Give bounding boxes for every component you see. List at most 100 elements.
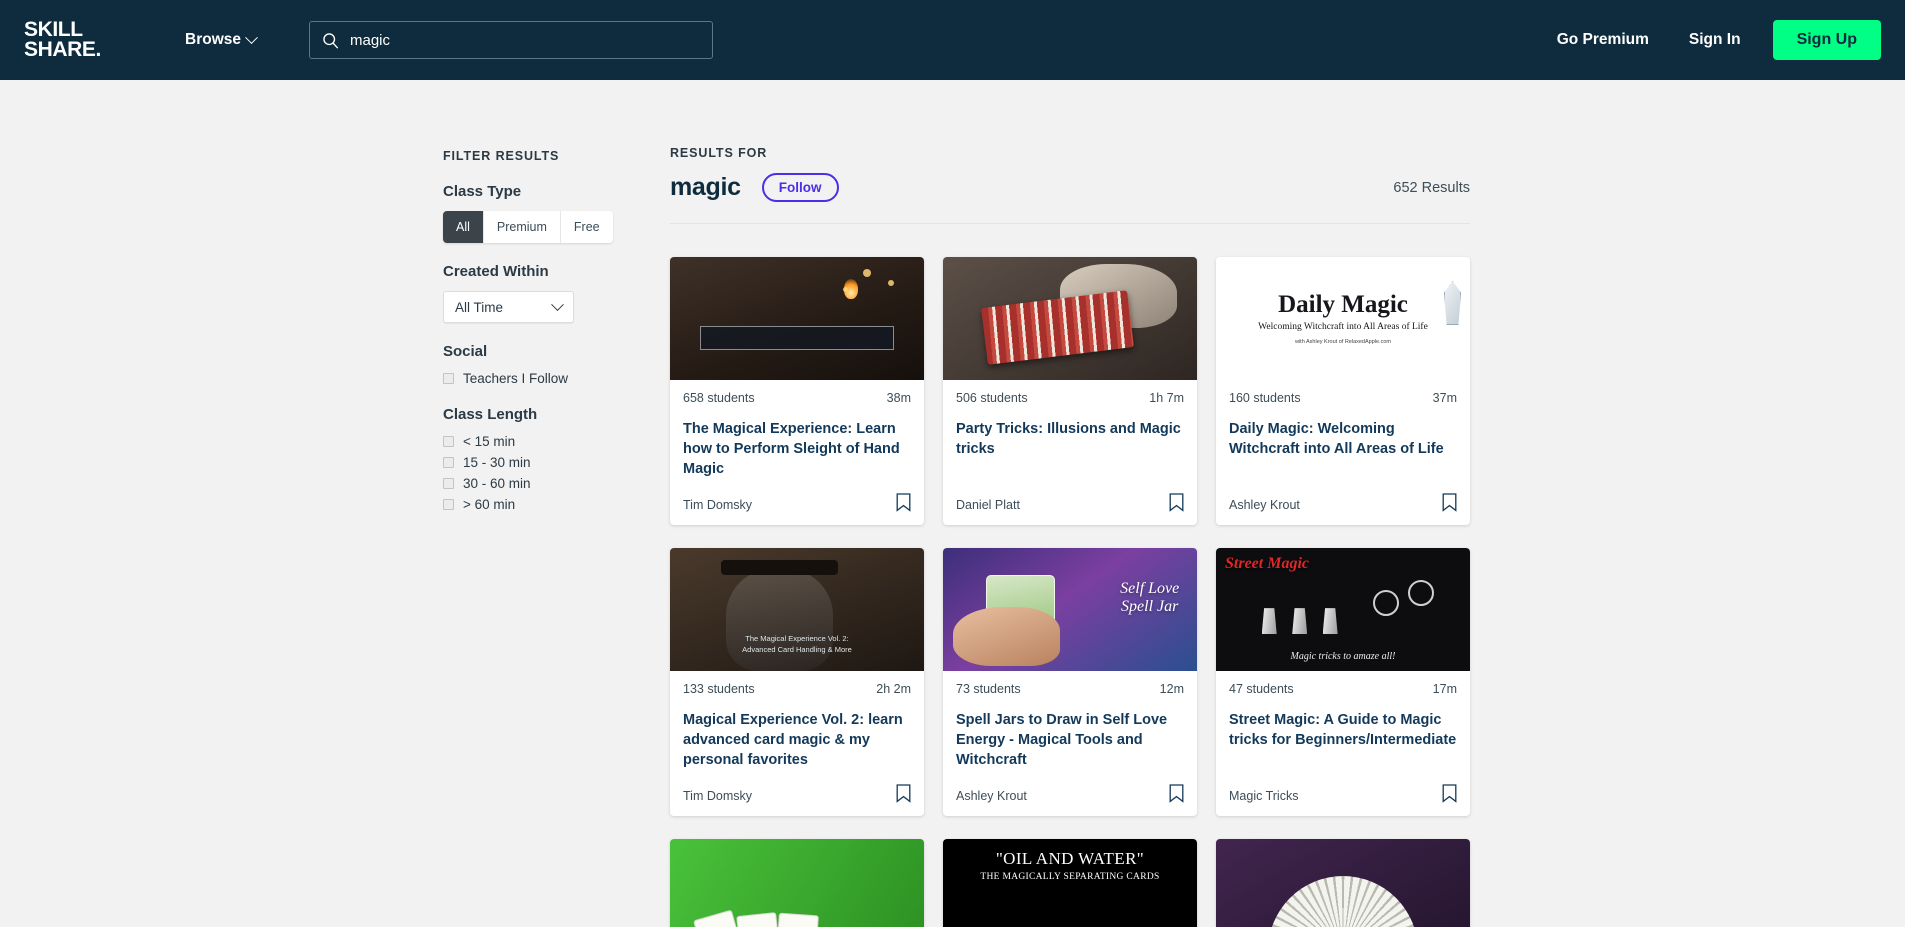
thumbnail-title: The Magical Experience Vol. 2: bbox=[745, 633, 849, 643]
checkbox-icon[interactable] bbox=[443, 436, 454, 447]
class-type-option-free[interactable]: Free bbox=[560, 211, 613, 243]
filter-group-class-length: Class Length < 15 min 15 - 30 min 30 - 6… bbox=[443, 406, 618, 512]
thumbnail-subtitle: Magic tricks to amaze all! bbox=[1290, 651, 1396, 662]
thumbnail-title: Daily Magic bbox=[1278, 291, 1408, 319]
checkbox-icon[interactable] bbox=[443, 373, 454, 384]
class-type-option-all[interactable]: All bbox=[443, 211, 484, 243]
thumbnail-text-block: Daily Magic Welcoming Witchcraft into Al… bbox=[1258, 292, 1428, 345]
course-title[interactable]: Spell Jars to Draw in Self Love Energy -… bbox=[956, 710, 1184, 770]
checkbox-icon[interactable] bbox=[443, 457, 454, 468]
course-card-footer: Tim Domsky bbox=[683, 784, 911, 803]
course-card[interactable]: The Magical Experience Vol. 2: Advanced … bbox=[670, 548, 924, 816]
browse-menu[interactable]: Browse bbox=[185, 30, 258, 49]
course-teacher[interactable]: Ashley Krout bbox=[1229, 498, 1300, 512]
course-card[interactable]: 506 students 1h 7m Party Tricks: Illusio… bbox=[943, 257, 1197, 525]
course-teacher[interactable]: Ashley Krout bbox=[956, 789, 1027, 803]
class-type-segmented-control: All Premium Free bbox=[443, 211, 613, 243]
course-title[interactable]: Street Magic: A Guide to Magic tricks fo… bbox=[1229, 710, 1457, 750]
checkbox-teachers-i-follow[interactable]: Teachers I Follow bbox=[443, 371, 618, 386]
course-card[interactable] bbox=[1216, 839, 1470, 927]
bookmark-icon[interactable] bbox=[1169, 493, 1184, 512]
person-decoration bbox=[725, 567, 833, 671]
course-card[interactable]: 658 students 38m The Magical Experience:… bbox=[670, 257, 924, 525]
hat-decoration bbox=[720, 560, 838, 576]
results-grid: 658 students 38m The Magical Experience:… bbox=[670, 257, 1470, 927]
search-box[interactable] bbox=[309, 21, 713, 59]
cup-decoration bbox=[1322, 608, 1338, 635]
bookmark-icon[interactable] bbox=[1442, 784, 1457, 803]
filter-sidebar: FILTER RESULTS Class Type All Premium Fr… bbox=[443, 146, 618, 927]
course-thumbnail: "OIL AND WATER" THE MAGICALLY SEPARATING… bbox=[943, 839, 1197, 927]
course-card[interactable]: Daily Magic Welcoming Witchcraft into Al… bbox=[1216, 257, 1470, 525]
course-card[interactable]: Street Magic Magic tricks to amaze all! … bbox=[1216, 548, 1470, 816]
bookmark-icon[interactable] bbox=[1442, 493, 1457, 512]
thumbnail-subtitle: Advanced Card Handling & More bbox=[742, 644, 852, 654]
thumbnail-caption: The Magical Experience Vol. 2: Advanced … bbox=[683, 633, 912, 656]
created-within-value: All Time bbox=[455, 299, 504, 315]
class-type-option-premium[interactable]: Premium bbox=[483, 211, 561, 243]
skillshare-logo[interactable]: SKILL SHARE. bbox=[24, 20, 119, 60]
course-title[interactable]: Magical Experience Vol. 2: learn advance… bbox=[683, 710, 911, 770]
course-card[interactable] bbox=[670, 839, 924, 927]
course-title[interactable]: The Magical Experience: Learn how to Per… bbox=[683, 419, 911, 479]
created-within-select[interactable]: All Time bbox=[443, 291, 574, 323]
thumbnail-subtitle: Welcoming Witchcraft into All Areas of L… bbox=[1258, 322, 1428, 333]
filter-group-created-within: Created Within All Time bbox=[443, 263, 618, 323]
course-teacher[interactable]: Daniel Platt bbox=[956, 498, 1020, 512]
course-card[interactable]: Self Love Spell Jar 73 students 12m Spel… bbox=[943, 548, 1197, 816]
crystal-decoration bbox=[1444, 281, 1461, 325]
follow-button[interactable]: Follow bbox=[761, 173, 839, 202]
course-card-footer: Magic Tricks bbox=[1229, 784, 1457, 803]
course-teacher[interactable]: Magic Tricks bbox=[1229, 789, 1298, 803]
search-query-heading: magic bbox=[670, 173, 741, 201]
social-label: Social bbox=[443, 343, 488, 360]
course-duration: 38m bbox=[886, 391, 911, 405]
course-card-body: 73 students 12m Spell Jars to Draw in Se… bbox=[943, 671, 1197, 816]
card-fan-decoration bbox=[1268, 875, 1418, 927]
bookmark-icon[interactable] bbox=[1169, 784, 1184, 803]
browse-label: Browse bbox=[185, 31, 241, 48]
course-card-footer: Ashley Krout bbox=[956, 784, 1184, 803]
course-title[interactable]: Daily Magic: Welcoming Witchcraft into A… bbox=[1229, 419, 1457, 459]
course-title[interactable]: Party Tricks: Illusions and Magic tricks bbox=[956, 419, 1184, 459]
course-meta: 506 students 1h 7m bbox=[956, 391, 1184, 405]
course-card[interactable]: "OIL AND WATER" THE MAGICALLY SEPARATING… bbox=[943, 839, 1197, 927]
ring-decoration bbox=[1408, 579, 1435, 606]
checkbox-length-15-30[interactable]: 15 - 30 min bbox=[443, 455, 618, 470]
checkbox-length-over-60[interactable]: > 60 min bbox=[443, 497, 618, 512]
course-meta: 160 students 37m bbox=[1229, 391, 1457, 405]
course-teacher[interactable]: Tim Domsky bbox=[683, 498, 752, 512]
checkbox-icon[interactable] bbox=[443, 478, 454, 489]
course-thumbnail bbox=[670, 257, 924, 380]
checkbox-label: 15 - 30 min bbox=[463, 455, 531, 470]
bokeh-decoration bbox=[842, 286, 848, 292]
course-meta: 133 students 2h 2m bbox=[683, 682, 911, 696]
search-icon bbox=[323, 32, 338, 48]
sign-up-button[interactable]: Sign Up bbox=[1772, 20, 1881, 60]
thumbnail-caption: Self Love Spell Jar bbox=[1120, 580, 1179, 616]
checkbox-label: < 15 min bbox=[463, 434, 516, 449]
course-thumbnail bbox=[670, 839, 924, 927]
bookmark-icon[interactable] bbox=[896, 493, 911, 512]
filter-group-social: Social Teachers I Follow bbox=[443, 343, 618, 386]
course-teacher[interactable]: Tim Domsky bbox=[683, 789, 752, 803]
sign-in-link[interactable]: Sign In bbox=[1689, 31, 1741, 49]
chevron-down-icon bbox=[551, 297, 564, 311]
student-count: 658 students bbox=[683, 391, 755, 405]
class-length-label: Class Length bbox=[443, 406, 538, 423]
checkbox-icon[interactable] bbox=[443, 499, 454, 510]
course-meta: 47 students 17m bbox=[1229, 682, 1457, 696]
bokeh-decoration bbox=[863, 269, 872, 278]
bookmark-icon[interactable] bbox=[896, 784, 911, 803]
search-input[interactable] bbox=[350, 31, 700, 49]
hand-decoration bbox=[953, 607, 1060, 667]
checkbox-length-30-60[interactable]: 30 - 60 min bbox=[443, 476, 618, 491]
filter-results-title: FILTER RESULTS bbox=[443, 149, 560, 163]
course-duration: 17m bbox=[1432, 682, 1457, 696]
results-count: 652 Results bbox=[1393, 179, 1470, 196]
go-premium-link[interactable]: Go Premium bbox=[1557, 31, 1649, 49]
course-thumbnail: Street Magic Magic tricks to amaze all! bbox=[1216, 548, 1470, 671]
header-actions: Go Premium Sign In Sign Up bbox=[1557, 20, 1881, 60]
checkbox-length-under-15[interactable]: < 15 min bbox=[443, 434, 618, 449]
course-duration: 12m bbox=[1159, 682, 1184, 696]
